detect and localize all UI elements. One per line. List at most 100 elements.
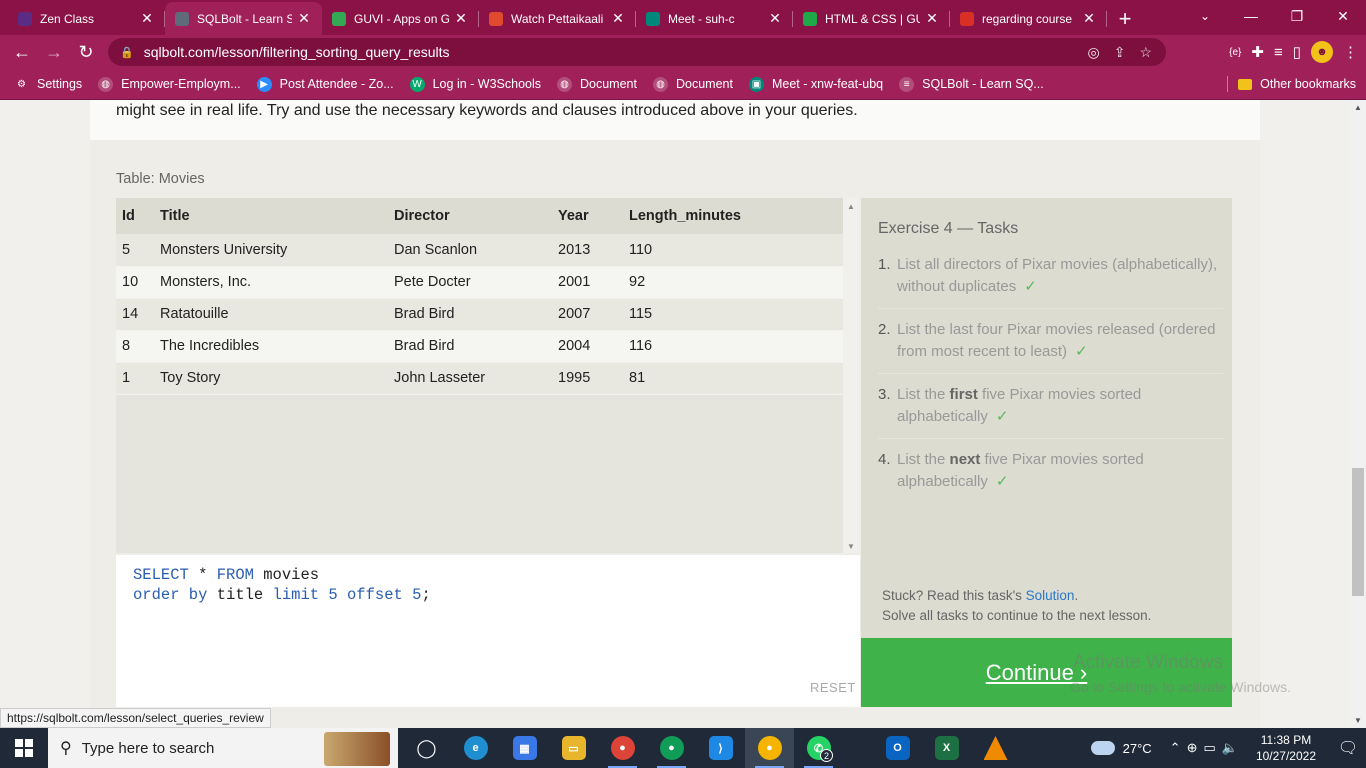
outlook-icon[interactable]: O (873, 728, 922, 768)
chrome-profile-2-icon[interactable]: ● (647, 728, 696, 768)
sql-text: movies (253, 566, 320, 584)
windows-taskbar: ⚲ Type here to search ◯ e ▦ ▭ ● ● ⟩ ● ✆ … (0, 728, 1366, 768)
taskbar-search[interactable]: ⚲ Type here to search (48, 728, 398, 768)
tab-close-icon[interactable]: ✕ (610, 10, 626, 27)
task-item: 3. List the first five Pixar movies sorte… (878, 384, 1223, 439)
browser-tab[interactable]: Meet - suh-c ✕ (636, 2, 793, 35)
profile-avatar[interactable]: ☻ (1311, 41, 1333, 63)
tab-close-icon[interactable]: ✕ (1081, 10, 1097, 27)
restore-icon[interactable]: ❐ (1274, 0, 1320, 32)
table-row: 1 Toy Story John Lasseter 1995 81 (116, 362, 843, 395)
bookmark-label: Document (580, 77, 637, 91)
new-tab-button[interactable]: + (1107, 2, 1143, 35)
reload-icon[interactable]: ↻ (70, 36, 102, 68)
sql-query-editor[interactable]: SELECT * FROM movies order by title limi… (116, 555, 860, 707)
page-scroll-down-icon[interactable]: ▼ (1354, 716, 1362, 725)
tab-close-icon[interactable]: ✕ (296, 10, 312, 27)
results-scrollbar[interactable]: ▲ ▼ (843, 198, 859, 553)
tab-close-icon[interactable]: ✕ (924, 10, 940, 27)
share-icon[interactable]: ⇪ (1114, 44, 1126, 61)
tab-search-chevron-icon[interactable]: ⌄ (1190, 0, 1220, 32)
table-cell: 1 (116, 362, 160, 395)
taskbar-spacer (843, 728, 873, 768)
task-text: List all directors of Pixar movies (alph… (897, 256, 1218, 295)
task-view-icon[interactable]: ◯ (402, 728, 451, 768)
excel-icon[interactable]: X (922, 728, 971, 768)
bookmark-label: Settings (37, 77, 83, 91)
menu-kebab-icon[interactable]: ⋮ (1343, 43, 1358, 61)
sql-keyword: offset (347, 586, 403, 604)
bookmark-item[interactable]: W Log in - W3Schools (409, 76, 541, 92)
results-table-container: Id Title Director Year Length_minutes 5 Monst… (116, 198, 843, 553)
bookmark-item[interactable]: ◍ Document (557, 76, 637, 92)
vscode-icon[interactable]: ⟩ (696, 728, 745, 768)
close-window-icon[interactable]: ✕ (1320, 0, 1366, 32)
window-controls: — ❐ ✕ (1228, 0, 1366, 32)
tab-title: regarding course (982, 11, 1073, 26)
browser-tab[interactable]: GUVI - Apps on Go ✕ (322, 2, 479, 35)
browser-tab[interactable]: SQLBolt - Learn SQ ✕ (165, 2, 322, 35)
solution-link[interactable]: Solution (1026, 588, 1075, 603)
page-content: might see in real life. Try and use the … (0, 100, 1350, 728)
bookmark-item[interactable]: ≡ SQLBolt - Learn SQ... (899, 76, 1044, 92)
bookmark-label: Empower-Employm... (121, 77, 241, 91)
media-list-icon[interactable]: ≡ (1274, 44, 1283, 61)
task-list: 1. List all directors of Pixar movies (al… (878, 254, 1223, 513)
tray-icons[interactable]: ⌃⊕▭🔈 (1170, 740, 1244, 756)
tab-close-icon[interactable]: ✕ (139, 10, 155, 27)
edge-icon[interactable]: e (451, 728, 500, 768)
browser-tab[interactable]: HTML & CSS | GU ✕ (793, 2, 950, 35)
side-panel-icon[interactable]: ▯ (1293, 43, 1301, 61)
back-arrow-icon[interactable]: ← (6, 36, 38, 68)
file-explorer-icon[interactable]: ▭ (549, 728, 598, 768)
reset-button[interactable]: RESET (810, 680, 856, 695)
browser-tab[interactable]: Watch Pettaikaali ✕ (479, 2, 636, 35)
address-bar[interactable]: 🔒 sqlbolt.com/lesson/filtering_sorting_q… (108, 38, 1166, 66)
chrome-profile-1-icon[interactable]: ● (598, 728, 647, 768)
store-icon[interactable]: ▦ (500, 728, 549, 768)
table-cell: 2013 (558, 234, 629, 267)
bookmark-item[interactable]: ◍ Empower-Employm... (98, 76, 241, 92)
bookmark-item[interactable]: ▣ Meet - xnw-feat-ubq (748, 76, 883, 92)
table-cell: Dan Scanlon (394, 234, 558, 267)
tab-close-icon[interactable]: ✕ (453, 10, 469, 27)
bookmark-item[interactable]: ⚙ Settings (14, 77, 82, 92)
weather-widget[interactable]: 27°C (1090, 741, 1152, 756)
bookmark-star-icon[interactable]: ☆ (1139, 44, 1152, 61)
task-emphasis: first (949, 386, 978, 403)
tab-favicon-icon (646, 11, 660, 26)
scroll-down-arrow-icon[interactable]: ▼ (847, 542, 855, 551)
bookmark-item[interactable]: ◍ Document (652, 76, 733, 92)
other-bookmarks[interactable]: Other bookmarks (1238, 77, 1356, 91)
bookmark-label: Post Attendee - Zo... (279, 77, 394, 91)
vlc-icon[interactable] (971, 728, 1020, 768)
taskbar-apps: ◯ e ▦ ▭ ● ● ⟩ ● ✆ 2 O X (402, 728, 1020, 768)
scroll-up-arrow-icon[interactable]: ▲ (847, 202, 855, 211)
puzzle-extensions-icon[interactable]: ✚ (1251, 43, 1264, 61)
tab-close-icon[interactable]: ✕ (767, 10, 783, 27)
extension-icon[interactable]: {e} (1229, 47, 1241, 58)
table-cell: John Lasseter (394, 362, 558, 395)
bookmark-item[interactable]: ▶ Post Attendee - Zo... (256, 76, 394, 92)
start-button[interactable] (0, 728, 48, 768)
watermark-subtitle: Go to Settings to activate Windows. (1070, 679, 1291, 695)
browser-tab[interactable]: Zen Class ✕ (8, 2, 165, 35)
forward-arrow-icon[interactable]: → (38, 36, 70, 68)
column-header: Length_minutes (629, 198, 843, 234)
bookmarks-divider (1227, 76, 1228, 92)
whatsapp-icon[interactable]: ✆ 2 (794, 728, 843, 768)
chrome-active-icon[interactable]: ● (745, 728, 794, 768)
browser-tab[interactable]: regarding course ✕ (950, 2, 1107, 35)
page-scroll-up-icon[interactable]: ▲ (1354, 103, 1362, 112)
page-scrollbar[interactable]: ▲ ▼ (1350, 100, 1366, 728)
sql-keyword: order by (133, 586, 208, 604)
eye-slash-icon[interactable]: ◎ (1087, 44, 1099, 61)
notification-icon[interactable]: 🗨 (1330, 738, 1366, 758)
minimize-icon[interactable]: — (1228, 0, 1274, 32)
w3schools-icon: W (409, 76, 425, 92)
tab-title: Watch Pettaikaali (511, 11, 604, 26)
table-cell: Pete Docter (394, 266, 558, 299)
page-scroll-thumb[interactable] (1352, 468, 1364, 596)
clock[interactable]: 11:38 PM 10/27/2022 (1256, 732, 1316, 764)
